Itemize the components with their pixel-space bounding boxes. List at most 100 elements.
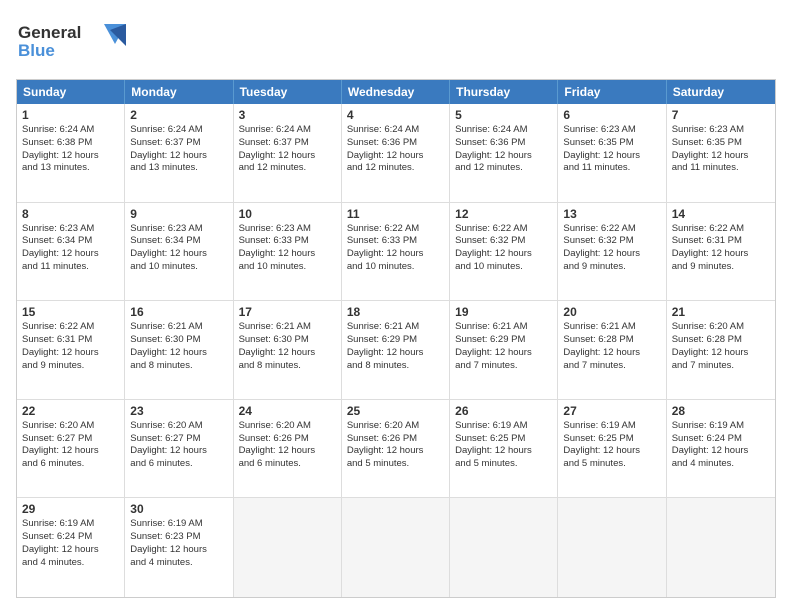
col-header-wednesday: Wednesday <box>342 80 450 104</box>
day-info: Sunrise: 6:20 AMSunset: 6:27 PMDaylight:… <box>22 420 119 471</box>
col-header-saturday: Saturday <box>667 80 775 104</box>
day-info: Sunrise: 6:22 AMSunset: 6:33 PMDaylight:… <box>347 223 444 274</box>
day-info: Sunrise: 6:24 AMSunset: 6:38 PMDaylight:… <box>22 124 119 175</box>
day-info: Sunrise: 6:19 AMSunset: 6:25 PMDaylight:… <box>455 420 552 471</box>
cal-cell: 23Sunrise: 6:20 AMSunset: 6:27 PMDayligh… <box>125 400 233 498</box>
cal-cell: 26 Sunrise: 6:19 AMSunset: 6:25 PMDayligh… <box>450 400 558 498</box>
calendar-body: 1 Sunrise: 6:24 AMSunset: 6:38 PMDaylight… <box>17 104 775 597</box>
cal-cell: 4 Sunrise: 6:24 AMSunset: 6:36 PMDaylight… <box>342 104 450 202</box>
cal-cell: 30 Sunrise: 6:19 AMSunset: 6:23 PMDayligh… <box>125 498 233 597</box>
day-number: 9 <box>130 207 227 221</box>
day-number: 10 <box>239 207 336 221</box>
cal-cell: 3 Sunrise: 6:24 AMSunset: 6:37 PMDaylight… <box>234 104 342 202</box>
cal-cell: 6Sunrise: 6:23 AMSunset: 6:35 PMDaylight… <box>558 104 666 202</box>
day-number: 1 <box>22 108 119 122</box>
cal-cell: 24 Sunrise: 6:20 AMSunset: 6:26 PMDayligh… <box>234 400 342 498</box>
logo: General Blue <box>16 16 126 69</box>
cal-cell: 1 Sunrise: 6:24 AMSunset: 6:38 PMDaylight… <box>17 104 125 202</box>
page: General Blue SundayMondayTuesdayWednesda… <box>0 0 792 612</box>
day-number: 21 <box>672 305 770 319</box>
day-info: Sunrise: 6:23 AMSunset: 6:35 PMDaylight:… <box>672 124 770 175</box>
day-info: Sunrise: 6:23 AMSunset: 6:33 PMDaylight:… <box>239 223 336 274</box>
day-number: 26 <box>455 404 552 418</box>
cal-cell: 2 Sunrise: 6:24 AMSunset: 6:37 PMDaylight… <box>125 104 233 202</box>
day-number: 28 <box>672 404 770 418</box>
day-info: Sunrise: 6:23 AMSunset: 6:34 PMDaylight:… <box>22 223 119 274</box>
logo-text: General Blue <box>16 16 126 69</box>
week-row-5: 29Sunrise: 6:19 AMSunset: 6:24 PMDayligh… <box>17 498 775 597</box>
col-header-friday: Friday <box>558 80 666 104</box>
day-number: 27 <box>563 404 660 418</box>
day-info: Sunrise: 6:21 AMSunset: 6:28 PMDaylight:… <box>563 321 660 372</box>
col-header-thursday: Thursday <box>450 80 558 104</box>
cal-cell <box>667 498 775 597</box>
cal-cell <box>558 498 666 597</box>
week-row-3: 15 Sunrise: 6:22 AMSunset: 6:31 PMDayligh… <box>17 301 775 400</box>
day-info: Sunrise: 6:21 AMSunset: 6:30 PMDaylight:… <box>130 321 227 372</box>
day-number: 24 <box>239 404 336 418</box>
day-info: Sunrise: 6:20 AMSunset: 6:26 PMDaylight:… <box>347 420 444 471</box>
week-row-2: 8 Sunrise: 6:23 AMSunset: 6:34 PMDaylight… <box>17 203 775 302</box>
day-number: 22 <box>22 404 119 418</box>
cal-cell: 28 Sunrise: 6:19 AMSunset: 6:24 PMDayligh… <box>667 400 775 498</box>
week-row-4: 22 Sunrise: 6:20 AMSunset: 6:27 PMDayligh… <box>17 400 775 499</box>
col-header-monday: Monday <box>125 80 233 104</box>
calendar-header: SundayMondayTuesdayWednesdayThursdayFrid… <box>17 80 775 104</box>
cal-cell: 9 Sunrise: 6:23 AMSunset: 6:34 PMDaylight… <box>125 203 233 301</box>
day-number: 16 <box>130 305 227 319</box>
day-info: Sunrise: 6:24 AMSunset: 6:36 PMDaylight:… <box>347 124 444 175</box>
cal-cell: 17Sunrise: 6:21 AMSunset: 6:30 PMDayligh… <box>234 301 342 399</box>
day-info: Sunrise: 6:23 AMSunset: 6:34 PMDaylight:… <box>130 223 227 274</box>
cal-cell: 7Sunrise: 6:23 AMSunset: 6:35 PMDaylight… <box>667 104 775 202</box>
col-header-tuesday: Tuesday <box>234 80 342 104</box>
day-number: 5 <box>455 108 552 122</box>
cal-cell: 13 Sunrise: 6:22 AMSunset: 6:32 PMDayligh… <box>558 203 666 301</box>
cal-cell: 15 Sunrise: 6:22 AMSunset: 6:31 PMDayligh… <box>17 301 125 399</box>
cal-cell: 5 Sunrise: 6:24 AMSunset: 6:36 PMDaylight… <box>450 104 558 202</box>
cal-cell: 16 Sunrise: 6:21 AMSunset: 6:30 PMDayligh… <box>125 301 233 399</box>
day-info: Sunrise: 6:24 AMSunset: 6:36 PMDaylight:… <box>455 124 552 175</box>
header: General Blue <box>16 16 776 69</box>
calendar: SundayMondayTuesdayWednesdayThursdayFrid… <box>16 79 776 598</box>
day-number: 11 <box>347 207 444 221</box>
col-header-sunday: Sunday <box>17 80 125 104</box>
day-info: Sunrise: 6:23 AMSunset: 6:35 PMDaylight:… <box>563 124 660 175</box>
day-number: 3 <box>239 108 336 122</box>
svg-text:Blue: Blue <box>18 41 55 60</box>
cal-cell: 22 Sunrise: 6:20 AMSunset: 6:27 PMDayligh… <box>17 400 125 498</box>
cal-cell: 29Sunrise: 6:19 AMSunset: 6:24 PMDayligh… <box>17 498 125 597</box>
day-number: 15 <box>22 305 119 319</box>
cal-cell: 11 Sunrise: 6:22 AMSunset: 6:33 PMDayligh… <box>342 203 450 301</box>
day-number: 30 <box>130 502 227 516</box>
cal-cell: 19 Sunrise: 6:21 AMSunset: 6:29 PMDayligh… <box>450 301 558 399</box>
day-info: Sunrise: 6:19 AMSunset: 6:23 PMDaylight:… <box>130 518 227 569</box>
day-number: 29 <box>22 502 119 516</box>
cal-cell: 14Sunrise: 6:22 AMSunset: 6:31 PMDayligh… <box>667 203 775 301</box>
cal-cell: 10 Sunrise: 6:23 AMSunset: 6:33 PMDayligh… <box>234 203 342 301</box>
day-info: Sunrise: 6:24 AMSunset: 6:37 PMDaylight:… <box>130 124 227 175</box>
day-number: 2 <box>130 108 227 122</box>
day-number: 17 <box>239 305 336 319</box>
day-info: Sunrise: 6:22 AMSunset: 6:32 PMDaylight:… <box>455 223 552 274</box>
day-info: Sunrise: 6:20 AMSunset: 6:27 PMDaylight:… <box>130 420 227 471</box>
day-info: Sunrise: 6:24 AMSunset: 6:37 PMDaylight:… <box>239 124 336 175</box>
cal-cell: 20Sunrise: 6:21 AMSunset: 6:28 PMDayligh… <box>558 301 666 399</box>
day-info: Sunrise: 6:21 AMSunset: 6:29 PMDaylight:… <box>455 321 552 372</box>
day-number: 18 <box>347 305 444 319</box>
day-number: 13 <box>563 207 660 221</box>
cal-cell <box>342 498 450 597</box>
day-info: Sunrise: 6:22 AMSunset: 6:31 PMDaylight:… <box>22 321 119 372</box>
day-info: Sunrise: 6:22 AMSunset: 6:32 PMDaylight:… <box>563 223 660 274</box>
day-info: Sunrise: 6:20 AMSunset: 6:26 PMDaylight:… <box>239 420 336 471</box>
day-info: Sunrise: 6:19 AMSunset: 6:24 PMDaylight:… <box>672 420 770 471</box>
cal-cell <box>450 498 558 597</box>
day-info: Sunrise: 6:22 AMSunset: 6:31 PMDaylight:… <box>672 223 770 274</box>
cal-cell: 25Sunrise: 6:20 AMSunset: 6:26 PMDayligh… <box>342 400 450 498</box>
week-row-1: 1 Sunrise: 6:24 AMSunset: 6:38 PMDaylight… <box>17 104 775 203</box>
day-number: 4 <box>347 108 444 122</box>
day-number: 19 <box>455 305 552 319</box>
day-number: 12 <box>455 207 552 221</box>
cal-cell: 21Sunrise: 6:20 AMSunset: 6:28 PMDayligh… <box>667 301 775 399</box>
svg-text:General: General <box>18 23 81 42</box>
day-number: 8 <box>22 207 119 221</box>
